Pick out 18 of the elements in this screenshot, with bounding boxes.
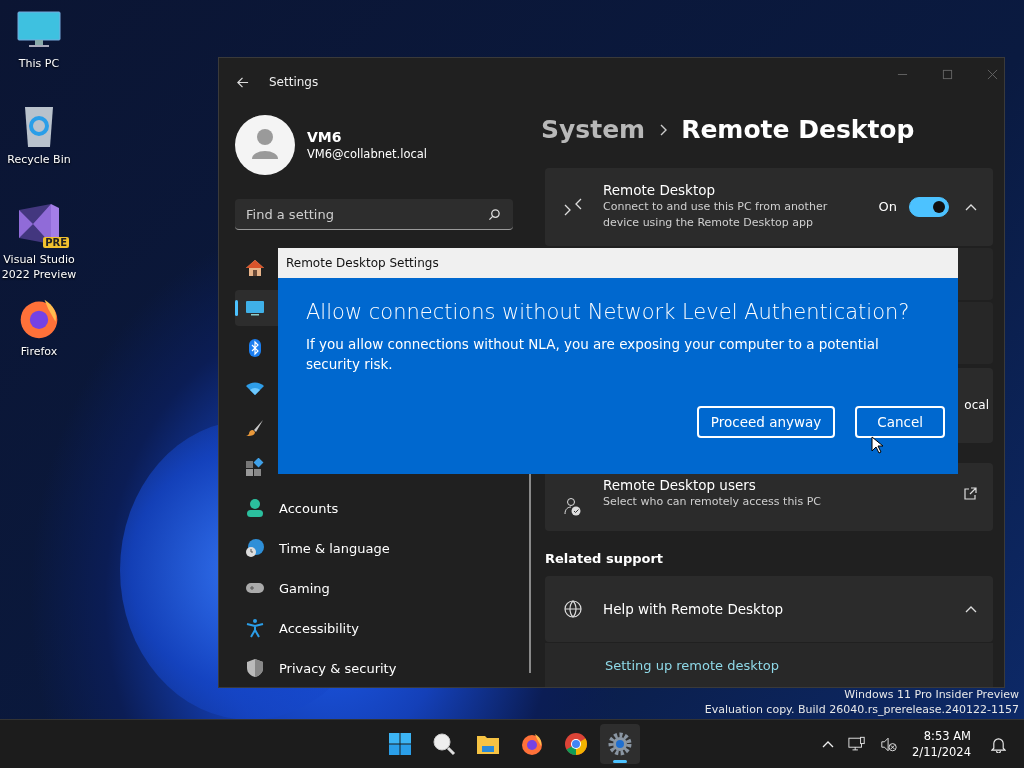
build-info-text: Evaluation copy. Build 26040.rs_prerelease.240122-1157 — [704, 702, 1019, 717]
card-title: Remote Desktop — [603, 182, 717, 199]
row-value: ocal — [964, 398, 989, 413]
build-info-text: Windows 11 Pro Insider Preview — [844, 687, 1019, 702]
user-name: VM6 — [307, 129, 343, 145]
card-title: Help with Remote Desktop — [603, 601, 784, 618]
card-title: Remote Desktop users — [603, 477, 757, 494]
section-heading: Related support — [545, 551, 665, 567]
window-title: Settings — [269, 75, 319, 89]
dialog-title: Remote Desktop Settings — [286, 256, 439, 270]
user-email: VM6@collabnet.local — [307, 147, 428, 161]
card-description: Connect to and use this PC from another device using the Remote Desktop app — [603, 199, 829, 232]
page-title: Remote Desktop — [681, 115, 915, 145]
toggle-state-label: On — [878, 199, 897, 215]
preview-badge: PRE — [43, 237, 69, 248]
card-description: Select who can remotely access this PC — [603, 494, 822, 511]
dialog-message: If you allow connections without NLA, you are exposing your computer to a potential security risk. — [306, 335, 880, 374]
dialog-heading: Allow connections without Network Level Authentication? — [306, 300, 911, 324]
